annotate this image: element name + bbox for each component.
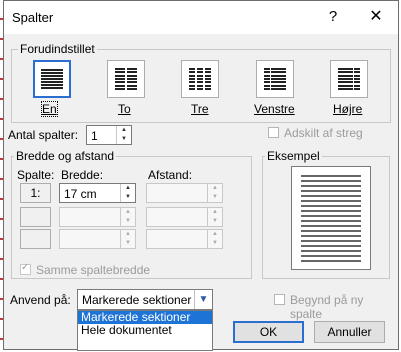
- ok-button[interactable]: OK: [233, 321, 304, 343]
- apply-to-value: Markerede sektioner: [82, 293, 192, 307]
- preset-left-button[interactable]: [256, 60, 294, 98]
- col-number-1: 1:: [20, 183, 51, 203]
- line-between-label: Adskilt af streg: [284, 126, 363, 140]
- preview-text-lines: [301, 175, 361, 262]
- width-value-1: 17 cm: [64, 187, 97, 201]
- equal-width-checkbox[interactable]: ✓: [20, 262, 31, 275]
- stepper-down-icon: ▼: [212, 194, 218, 200]
- help-icon[interactable]: ?: [324, 7, 342, 27]
- col-number-3: [20, 229, 51, 249]
- stepper-up-icon: ▲: [212, 185, 218, 191]
- apply-to-label: Anvend på:: [10, 293, 71, 307]
- col-header: Spalte:: [17, 168, 55, 182]
- preview-page: [291, 166, 371, 270]
- line-between-checkbox[interactable]: [268, 127, 279, 138]
- stepper-up-icon: ▲: [125, 231, 131, 237]
- width-header: Bredde:: [61, 168, 104, 182]
- spacing-input-2[interactable]: ▲ ▼: [146, 207, 223, 227]
- stepper-down-icon: ▼: [125, 218, 131, 224]
- dialog-title: Spalter: [12, 10, 54, 25]
- stepper-up-icon[interactable]: ▲: [121, 184, 135, 193]
- title-bar: Spalter ? ✕: [4, 1, 398, 34]
- stepper-up-icon[interactable]: ▲: [117, 126, 131, 135]
- stepper-up-icon: ▲: [125, 209, 131, 215]
- option-whole-document[interactable]: Hele dokumentet: [78, 324, 212, 337]
- spacing-input-3[interactable]: ▲ ▼: [146, 229, 223, 249]
- stepper-down-icon: ▼: [212, 218, 218, 224]
- spacing-header: Afstand:: [148, 168, 193, 182]
- apply-to-select[interactable]: Markerede sektioner ▼: [77, 289, 213, 310]
- width-input-1[interactable]: 17 cm ▲ ▼: [59, 183, 136, 203]
- stepper-down-icon: ▼: [125, 240, 131, 246]
- preset-one-button[interactable]: [33, 60, 71, 98]
- width-spacing-group-label: Bredde og afstand: [14, 149, 117, 163]
- checkmark-icon: ✓: [21, 262, 30, 273]
- stepper-down-icon[interactable]: ▼: [121, 193, 135, 202]
- preset-three-label[interactable]: Tre: [191, 102, 209, 116]
- presets-group-label: Forudindstillet: [18, 42, 97, 56]
- cancel-button[interactable]: Annuller: [314, 321, 385, 343]
- stepper-down-icon: ▼: [212, 240, 218, 246]
- columns-dialog: Spalter ? ✕ Forudindstillet En To Tre Ve…: [3, 0, 399, 351]
- preset-two-label[interactable]: To: [118, 102, 131, 116]
- columns-count-label: Antal spalter:: [8, 128, 79, 142]
- new-column-label: Begynd på ny spalte: [290, 293, 364, 321]
- columns-count-value: 1: [91, 129, 98, 143]
- preset-right-label[interactable]: Højre: [333, 102, 362, 116]
- stepper-down-icon[interactable]: ▼: [117, 135, 131, 144]
- preset-three-button[interactable]: [181, 60, 219, 98]
- preset-two-button[interactable]: [107, 60, 145, 98]
- width-input-2[interactable]: ▲ ▼: [59, 207, 136, 227]
- new-column-checkbox[interactable]: [274, 294, 285, 305]
- stepper-up-icon: ▲: [212, 209, 218, 215]
- preset-right-button[interactable]: [330, 60, 368, 98]
- preset-left-label[interactable]: Venstre: [254, 102, 295, 116]
- stepper-up-icon: ▲: [212, 231, 218, 237]
- preset-one-label[interactable]: En: [41, 101, 58, 117]
- columns-count-stepper[interactable]: 1 ▲ ▼: [86, 125, 132, 145]
- spacing-input-1[interactable]: ▲ ▼: [146, 183, 223, 203]
- chevron-down-icon[interactable]: ▼: [194, 290, 212, 309]
- preview-group-label: Eksempel: [265, 149, 322, 163]
- width-input-3[interactable]: ▲ ▼: [59, 229, 136, 249]
- col-number-2: [20, 207, 51, 227]
- equal-width-label: Samme spaltebredde: [36, 263, 151, 277]
- close-icon[interactable]: ✕: [366, 7, 386, 27]
- apply-to-dropdown: Markerede sektioner Hele dokumentet: [77, 310, 213, 351]
